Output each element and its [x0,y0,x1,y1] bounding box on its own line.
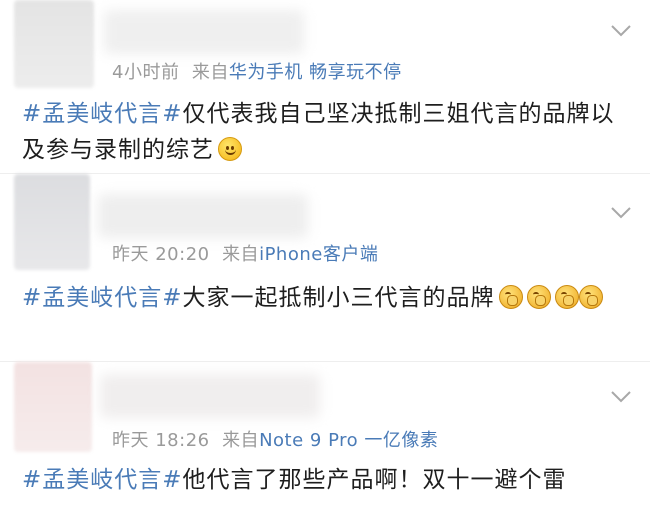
comment-item: 昨天 18:26 来自Note 9 Pro 一亿像素 #孟美岐代言#他代言了那些… [0,362,650,510]
via-label: 来自 [222,244,260,265]
avatar[interactable] [14,362,92,452]
comment-item: 4小时前 来自华为手机 畅享玩不停 #孟美岐代言#仅代表我自己坚决抵制三姐代言的… [0,0,650,172]
avatar[interactable] [14,174,90,270]
clap-icon [526,285,551,309]
hashtag-link[interactable]: #孟美岐代言# [22,467,183,493]
comment-text: #孟美岐代言#仅代表我自己坚决抵制三姐代言的品牌以及参与录制的综艺 [22,96,620,168]
chevron-down-icon[interactable] [610,24,632,46]
post-time: 昨天 20:20 [112,244,210,265]
chevron-down-icon[interactable] [610,390,632,412]
post-meta: 4小时前 来自华为手机 畅享玩不停 [112,58,402,84]
comment-feed: 4小时前 来自华为手机 畅享玩不停 #孟美岐代言#仅代表我自己坚决抵制三姐代言的… [0,0,650,510]
via-label: 来自 [222,430,260,451]
chevron-down-icon[interactable] [610,206,632,228]
clap-icon [578,285,603,309]
post-time: 4小时前 [112,62,180,83]
username[interactable] [100,374,320,418]
post-source[interactable]: iPhone客户端 [259,244,378,265]
smile-icon [218,137,242,161]
post-time: 昨天 18:26 [112,430,210,451]
clap-icon [554,285,579,309]
via-label: 来自 [191,62,229,83]
comment-text: #孟美岐代言#大家一起抵制小三代言的品牌 [22,280,620,316]
comment-body: 大家一起抵制小三代言的品牌 [182,285,495,311]
post-source[interactable]: 华为手机 畅享玩不停 [229,62,402,83]
avatar[interactable] [14,0,94,88]
hashtag-link[interactable]: #孟美岐代言# [22,101,183,127]
post-source[interactable]: Note 9 Pro 一亿像素 [259,430,438,451]
username[interactable] [104,10,304,54]
comment-body: 他代言了那些产品啊！双十一避个雷 [182,467,567,493]
clap-icon [498,285,523,309]
comment-text: #孟美岐代言#他代言了那些产品啊！双十一避个雷 [22,462,620,498]
post-meta: 昨天 18:26 来自Note 9 Pro 一亿像素 [112,426,438,452]
comment-item: 昨天 20:20 来自iPhone客户端 #孟美岐代言#大家一起抵制小三代言的品… [0,174,650,360]
hashtag-link[interactable]: #孟美岐代言# [22,285,183,311]
post-meta: 昨天 20:20 来自iPhone客户端 [112,240,378,266]
username[interactable] [98,194,308,238]
